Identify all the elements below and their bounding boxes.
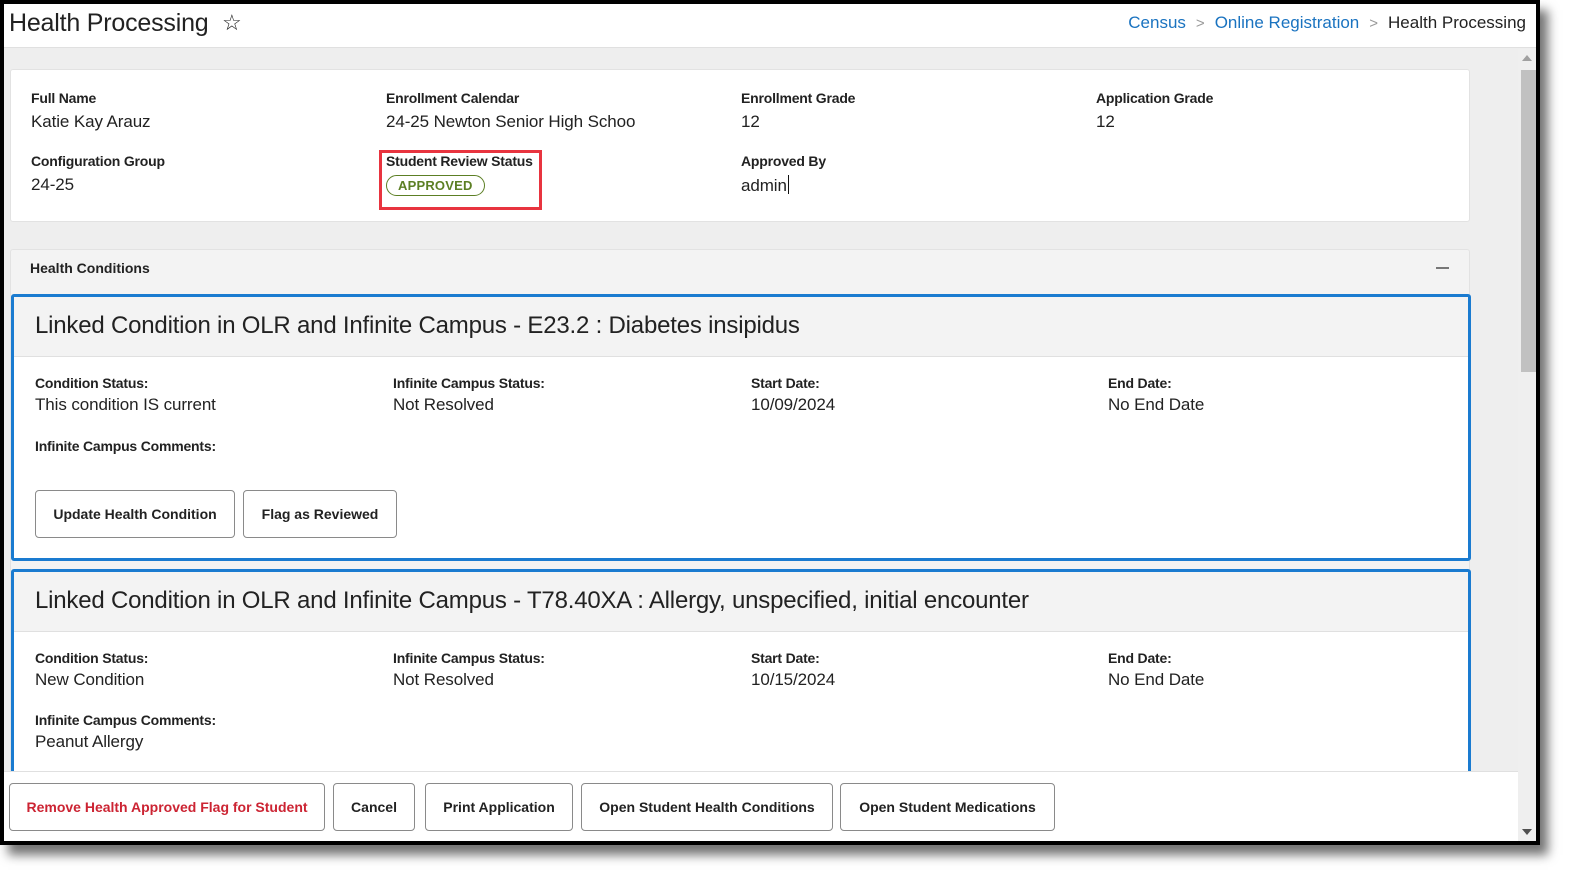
breadcrumb-online-registration[interactable]: Online Registration: [1215, 13, 1360, 33]
field-label: Start Date:: [751, 375, 820, 391]
field-value: 12: [741, 112, 760, 131]
field-label: End Date:: [1108, 650, 1172, 666]
field-value: Not Resolved: [393, 395, 494, 414]
condition-status-field: Condition Status: New Condition: [35, 650, 148, 690]
condition-card: Linked Condition in OLR and Infinite Cam…: [11, 294, 1471, 561]
condition-title: Linked Condition in OLR and Infinite Cam…: [14, 572, 1468, 632]
vertical-scrollbar[interactable]: [1518, 49, 1536, 841]
field-value: Katie Kay Arauz: [31, 112, 151, 131]
field-value: Not Resolved: [393, 670, 494, 689]
student-review-status-field: Student Review Status APPROVED: [386, 153, 533, 196]
start-date-field: Start Date: 10/15/2024: [751, 650, 835, 690]
remove-health-approved-flag-button[interactable]: Remove Health Approved Flag for Student: [9, 783, 325, 831]
field-value: No End Date: [1108, 395, 1205, 414]
field-label: Infinite Campus Status:: [393, 650, 545, 666]
end-date-field: End Date: No End Date: [1108, 650, 1204, 690]
field-label: Condition Status:: [35, 375, 149, 391]
field-value: 24-25: [31, 175, 74, 194]
field-label: Infinite Campus Comments:: [35, 712, 216, 728]
chevron-right-icon: >: [1369, 14, 1379, 32]
field-label: Configuration Group: [31, 153, 165, 169]
health-conditions-panel: Health Conditions Linked Condition in OL…: [10, 249, 1471, 771]
page-title: Health Processing: [9, 9, 209, 37]
comments-field: Infinite Campus Comments:: [35, 438, 216, 458]
open-student-health-conditions-button[interactable]: Open Student Health Conditions: [581, 783, 833, 831]
condition-status-field: Condition Status: This condition IS curr…: [35, 375, 216, 415]
approved-by-value: admin: [741, 176, 787, 195]
configuration-group-field: Configuration Group 24-25: [31, 153, 165, 195]
star-icon[interactable]: ☆: [222, 10, 242, 36]
field-label: Full Name: [31, 90, 97, 106]
cancel-button[interactable]: Cancel: [333, 783, 415, 831]
start-date-field: Start Date: 10/09/2024: [751, 375, 835, 415]
ic-status-field: Infinite Campus Status: Not Resolved: [393, 375, 545, 415]
health-conditions-title: Health Conditions: [30, 260, 150, 276]
field-label: Start Date:: [751, 650, 820, 666]
enrollment-grade-field: Enrollment Grade 12: [741, 90, 855, 132]
field-value: New Condition: [35, 670, 145, 689]
field-label: Student Review Status: [386, 153, 533, 169]
ic-status-field: Infinite Campus Status: Not Resolved: [393, 650, 545, 690]
field-value: This condition IS current: [35, 395, 216, 414]
approved-by-field: Approved By admin: [741, 153, 826, 196]
flag-as-reviewed-button[interactable]: Flag as Reviewed: [243, 490, 397, 538]
field-label: End Date:: [1108, 375, 1172, 391]
breadcrumb-current: Health Processing: [1388, 13, 1526, 32]
student-summary-card: Full Name Katie Kay Arauz Enrollment Cal…: [10, 69, 1470, 222]
field-label: Enrollment Grade: [741, 90, 856, 106]
application-grade-field: Application Grade 12: [1096, 90, 1213, 132]
scroll-down-arrow-icon[interactable]: [1522, 829, 1532, 835]
comments-field: Infinite Campus Comments: Peanut Allergy: [35, 712, 216, 752]
breadcrumb: Census > Online Registration > Health Pr…: [1128, 13, 1526, 33]
field-value: 10/09/2024: [751, 395, 836, 414]
main-content: Full Name Katie Kay Arauz Enrollment Cal…: [4, 49, 1518, 771]
update-health-condition-button[interactable]: Update Health Condition: [35, 490, 235, 538]
full-name-field: Full Name Katie Kay Arauz: [31, 90, 151, 132]
field-label: Infinite Campus Comments:: [35, 438, 216, 454]
field-value: 10/15/2024: [751, 670, 836, 689]
enrollment-calendar-field: Enrollment Calendar 24-25 Newton Senior …: [386, 90, 635, 132]
app-window: Health Processing ☆ Census > Online Regi…: [0, 0, 1540, 845]
condition-title: Linked Condition in OLR and Infinite Cam…: [14, 297, 1468, 357]
field-label: Application Grade: [1096, 90, 1214, 106]
status-badge: APPROVED: [386, 175, 485, 196]
condition-card: Linked Condition in OLR and Infinite Cam…: [11, 569, 1471, 771]
minus-icon[interactable]: [1436, 267, 1449, 269]
print-application-button[interactable]: Print Application: [425, 783, 573, 831]
text-cursor: [787, 175, 789, 194]
breadcrumb-census[interactable]: Census: [1128, 13, 1186, 33]
field-label: Approved By: [741, 153, 826, 169]
field-label: Infinite Campus Status:: [393, 375, 545, 391]
field-value: No End Date: [1108, 670, 1205, 689]
chevron-right-icon: >: [1195, 14, 1205, 32]
open-student-medications-button[interactable]: Open Student Medications: [840, 783, 1055, 831]
field-value: 24-25 Newton Senior High Schoo: [386, 112, 636, 131]
scroll-up-arrow-icon[interactable]: [1522, 55, 1532, 61]
field-value: admin: [741, 175, 826, 196]
field-label: Enrollment Calendar: [386, 90, 520, 106]
field-value: 12: [1096, 112, 1115, 131]
scroll-thumb[interactable]: [1521, 70, 1536, 372]
page-header: Health Processing ☆ Census > Online Regi…: [4, 4, 1536, 48]
action-bar: Remove Health Approved Flag for Student …: [4, 771, 1518, 841]
field-label: Condition Status:: [35, 650, 149, 666]
end-date-field: End Date: No End Date: [1108, 375, 1204, 415]
field-value: Peanut Allergy: [35, 732, 144, 751]
